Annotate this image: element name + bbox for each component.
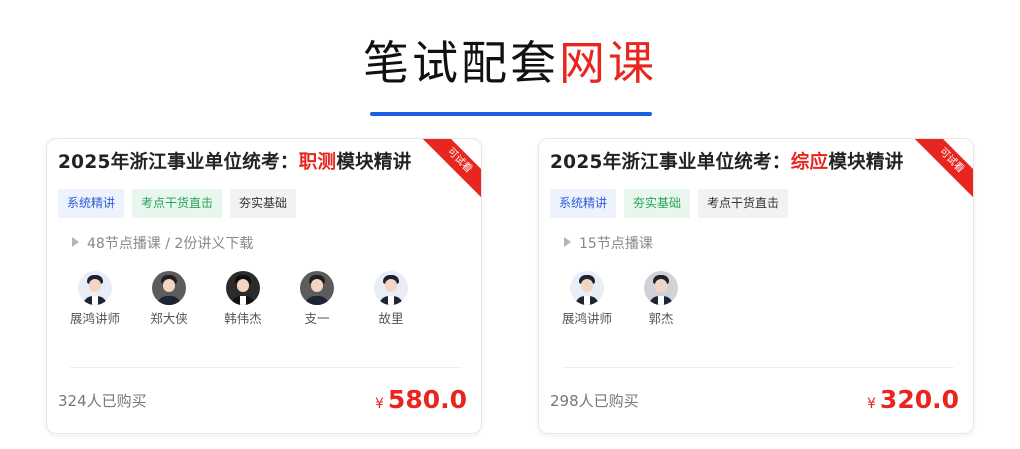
tag-xitong-jingjiang: 系统精讲 [58, 189, 125, 218]
male-teacher-avatar [226, 271, 260, 305]
teacher-item[interactable]: 展鸿讲师 [58, 271, 132, 328]
female-teacher-avatar [152, 271, 186, 305]
play-icon [72, 237, 79, 247]
male-teacher-avatar [570, 271, 604, 305]
tag-hangshi-jichu: 夯实基础 [624, 189, 691, 218]
teacher-name: 郭杰 [648, 311, 674, 326]
teacher-name: 韩伟杰 [224, 311, 262, 326]
teacher-item[interactable]: 故里 [354, 271, 428, 328]
course-tags: 系统精讲 夯实基础 考点干货直击 [550, 189, 789, 218]
section-title-highlight: 网课 [559, 36, 657, 90]
teacher-name: 支一 [304, 311, 330, 326]
tag-kaodian-ganhuo: 考点干货直击 [132, 189, 223, 218]
teacher-item[interactable]: 支一 [280, 271, 354, 328]
currency-symbol: ¥ [867, 396, 876, 412]
lesson-info-text: 48节点播课 / 2份讲义下载 [87, 236, 254, 252]
card-divider [70, 367, 462, 368]
male-teacher-avatar [374, 271, 408, 305]
trial-ribbon: 可试看 [909, 139, 973, 203]
course-price: ¥580.0 [375, 384, 467, 420]
tag-hangshi-jichu: 夯实基础 [230, 189, 297, 218]
currency-symbol: ¥ [375, 396, 384, 412]
course-card-zongying[interactable]: 可试看 2025年浙江事业单位统考：综应模块精讲 系统精讲 夯实基础 考点干货直… [538, 138, 974, 434]
teacher-item[interactable]: 展鸿讲师 [550, 271, 624, 328]
course-price: ¥320.0 [867, 384, 959, 420]
teacher-name: 展鸿讲师 [561, 311, 612, 326]
teacher-name: 郑大侠 [150, 311, 188, 326]
male-teacher-avatar [644, 271, 678, 305]
course-tags: 系统精讲 考点干货直击 夯实基础 [58, 189, 297, 218]
course-title-prefix: 2025年浙江事业单位统考： [58, 152, 299, 173]
course-title[interactable]: 2025年浙江事业单位统考：职测模块精讲 [58, 151, 412, 175]
price-amount: 320.0 [879, 385, 959, 414]
card-divider [562, 367, 954, 368]
price-amount: 580.0 [387, 385, 467, 414]
teacher-list: 展鸿讲师 郭杰 [550, 271, 698, 328]
section-title-main: 笔试配套 [363, 36, 559, 90]
course-title[interactable]: 2025年浙江事业单位统考：综应模块精讲 [550, 151, 904, 175]
teacher-item[interactable]: 郑大侠 [132, 271, 206, 328]
female-teacher-avatar [300, 271, 334, 305]
buyer-count: 298人已购买 [550, 392, 639, 410]
tag-kaodian-ganhuo: 考点干货直击 [698, 189, 789, 218]
lesson-info-text: 15节点播课 [579, 236, 653, 252]
course-title-highlight: 职测 [298, 152, 337, 173]
teacher-name: 故里 [378, 311, 404, 326]
lesson-info: 48节点播课 / 2份讲义下载 [72, 234, 253, 254]
male-teacher-avatar [78, 271, 112, 305]
buyer-count: 324人已购买 [58, 392, 147, 410]
teacher-item[interactable]: 韩伟杰 [206, 271, 280, 328]
teacher-list: 展鸿讲师 郑大侠 韩伟杰 支一 故里 [58, 271, 428, 328]
tag-xitong-jingjiang: 系统精讲 [550, 189, 617, 218]
course-title-suffix: 模块精讲 [336, 152, 412, 173]
course-title-prefix: 2025年浙江事业单位统考： [550, 152, 791, 173]
teacher-item[interactable]: 郭杰 [624, 271, 698, 328]
play-icon [564, 237, 571, 247]
teacher-name: 展鸿讲师 [69, 311, 120, 326]
section-heading: 笔试配套网课 [0, 32, 1020, 94]
trial-ribbon: 可试看 [417, 139, 481, 203]
section-title-underline [370, 112, 652, 116]
course-card-zhice[interactable]: 可试看 2025年浙江事业单位统考：职测模块精讲 系统精讲 考点干货直击 夯实基… [46, 138, 482, 434]
course-title-suffix: 模块精讲 [828, 152, 904, 173]
lesson-info: 15节点播课 [564, 234, 653, 254]
course-title-highlight: 综应 [790, 152, 829, 173]
